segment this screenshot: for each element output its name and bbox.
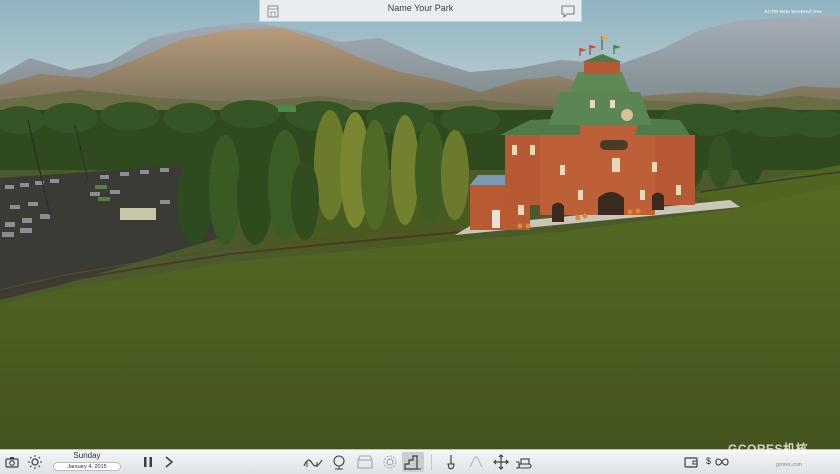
bottom-toolbar: Sunday January 4, 2015 $	[0, 449, 840, 474]
park-management-icon[interactable]	[329, 454, 349, 470]
park-name-label[interactable]: Name Your Park	[290, 3, 551, 13]
play-speed-icon[interactable]	[161, 454, 177, 470]
bus	[120, 208, 156, 220]
watermark-logo: GCORES机核	[728, 442, 809, 456]
build-version-label: RCTW Beta Weekend One	[764, 9, 822, 14]
gear-icon[interactable]	[380, 454, 400, 470]
move-icon[interactable]	[493, 454, 509, 470]
pause-icon[interactable]	[140, 454, 156, 470]
building-icon[interactable]	[266, 3, 280, 18]
shop-icon[interactable]	[355, 454, 375, 470]
path-icon[interactable]	[468, 454, 484, 470]
park-sign	[278, 106, 296, 112]
money-symbol: $	[706, 456, 712, 466]
chat-icon[interactable]	[560, 4, 576, 18]
date-label: January 4, 2015	[53, 462, 121, 471]
sun-weather-icon[interactable]	[27, 454, 43, 470]
camera-icon[interactable]	[4, 454, 20, 470]
date-display[interactable]: Sunday January 4, 2015	[52, 451, 122, 473]
day-label: Sunday	[73, 451, 101, 460]
coaster-icon[interactable]	[303, 454, 323, 470]
park-name-bar[interactable]: Name Your Park	[259, 0, 582, 22]
watermark-url: gcores.com	[776, 462, 802, 468]
bulldozer-icon[interactable]	[515, 454, 535, 470]
stairs-terrain-icon[interactable]	[402, 452, 424, 472]
wallet-icon[interactable]	[683, 454, 699, 470]
shovel-icon[interactable]	[443, 454, 459, 470]
game-viewport[interactable]	[0, 0, 840, 449]
